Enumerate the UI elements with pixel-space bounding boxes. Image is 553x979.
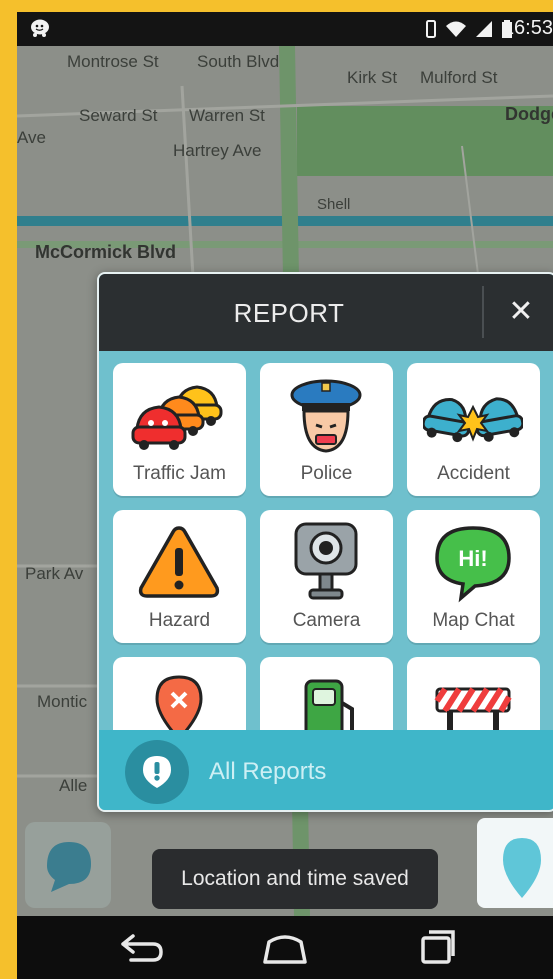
chat-bubble-button[interactable] — [25, 822, 111, 908]
traffic-jam-icon — [131, 385, 223, 450]
hazard-icon — [138, 526, 220, 598]
close-icon[interactable]: ✕ — [499, 288, 543, 336]
road-barrier-icon — [434, 687, 512, 731]
home-icon[interactable] — [255, 928, 315, 968]
report-pin-button[interactable] — [477, 818, 553, 908]
map-chat-icon: Hi! — [435, 526, 511, 603]
phone-screen: 16:53 Montrose St South Blvd Kirk St Mul… — [17, 12, 553, 979]
tile-label: Traffic Jam — [133, 463, 226, 484]
header-divider — [482, 286, 484, 338]
map-chat-bubble-text: Hi! — [458, 546, 487, 571]
tile-label: Accident — [437, 463, 510, 484]
tile-label: Police — [300, 463, 353, 484]
camera-icon — [294, 522, 358, 600]
report-road-closure-button[interactable] — [407, 657, 540, 731]
chat-bubble-icon — [47, 842, 91, 892]
tile-label: Hazard — [148, 610, 211, 631]
wifi-icon — [446, 21, 466, 37]
police-icon — [290, 379, 362, 453]
signal-icon — [476, 21, 492, 37]
report-map-chat-button[interactable]: Hi! Map Chat — [407, 510, 540, 643]
report-gas-station-button[interactable] — [260, 657, 393, 731]
dialog-title: REPORT — [233, 298, 345, 328]
tile-label: Map Chat — [432, 610, 515, 631]
toast-message: Location and time saved — [152, 849, 438, 909]
report-traffic-jam-button[interactable]: Traffic Jam — [113, 363, 246, 496]
report-police-button[interactable]: Police — [260, 363, 393, 496]
report-accident-button[interactable]: Accident — [407, 363, 540, 496]
all-reports-button[interactable]: All Reports — [99, 730, 553, 810]
dialog-header: REPORT ✕ — [99, 274, 553, 351]
back-icon[interactable] — [109, 928, 169, 968]
recent-apps-icon[interactable] — [405, 928, 465, 968]
gas-station-icon — [304, 679, 354, 731]
status-bar: 16:53 — [17, 12, 553, 46]
navigation-bar — [17, 916, 553, 979]
report-camera-button[interactable]: Camera — [260, 510, 393, 643]
all-reports-icon-circle — [125, 740, 189, 804]
report-grid: Traffic Jam Police Accident Hazard Camer… — [113, 363, 553, 731]
report-closure-button[interactable] — [113, 657, 246, 731]
report-dialog: REPORT ✕ Traffic Jam Police Accident Haz… — [97, 272, 553, 812]
report-hazard-button[interactable]: Hazard — [113, 510, 246, 643]
location-pin-icon — [503, 838, 541, 898]
vibrate-icon — [426, 20, 436, 38]
tile-label: Camera — [292, 610, 361, 631]
accident-icon — [423, 397, 523, 443]
all-reports-label: All Reports — [209, 758, 327, 785]
alert-pin-icon — [143, 756, 171, 788]
closure-pin-icon — [155, 675, 203, 731]
status-time: 16:53 — [502, 17, 553, 39]
waze-notification-icon — [31, 19, 49, 37]
